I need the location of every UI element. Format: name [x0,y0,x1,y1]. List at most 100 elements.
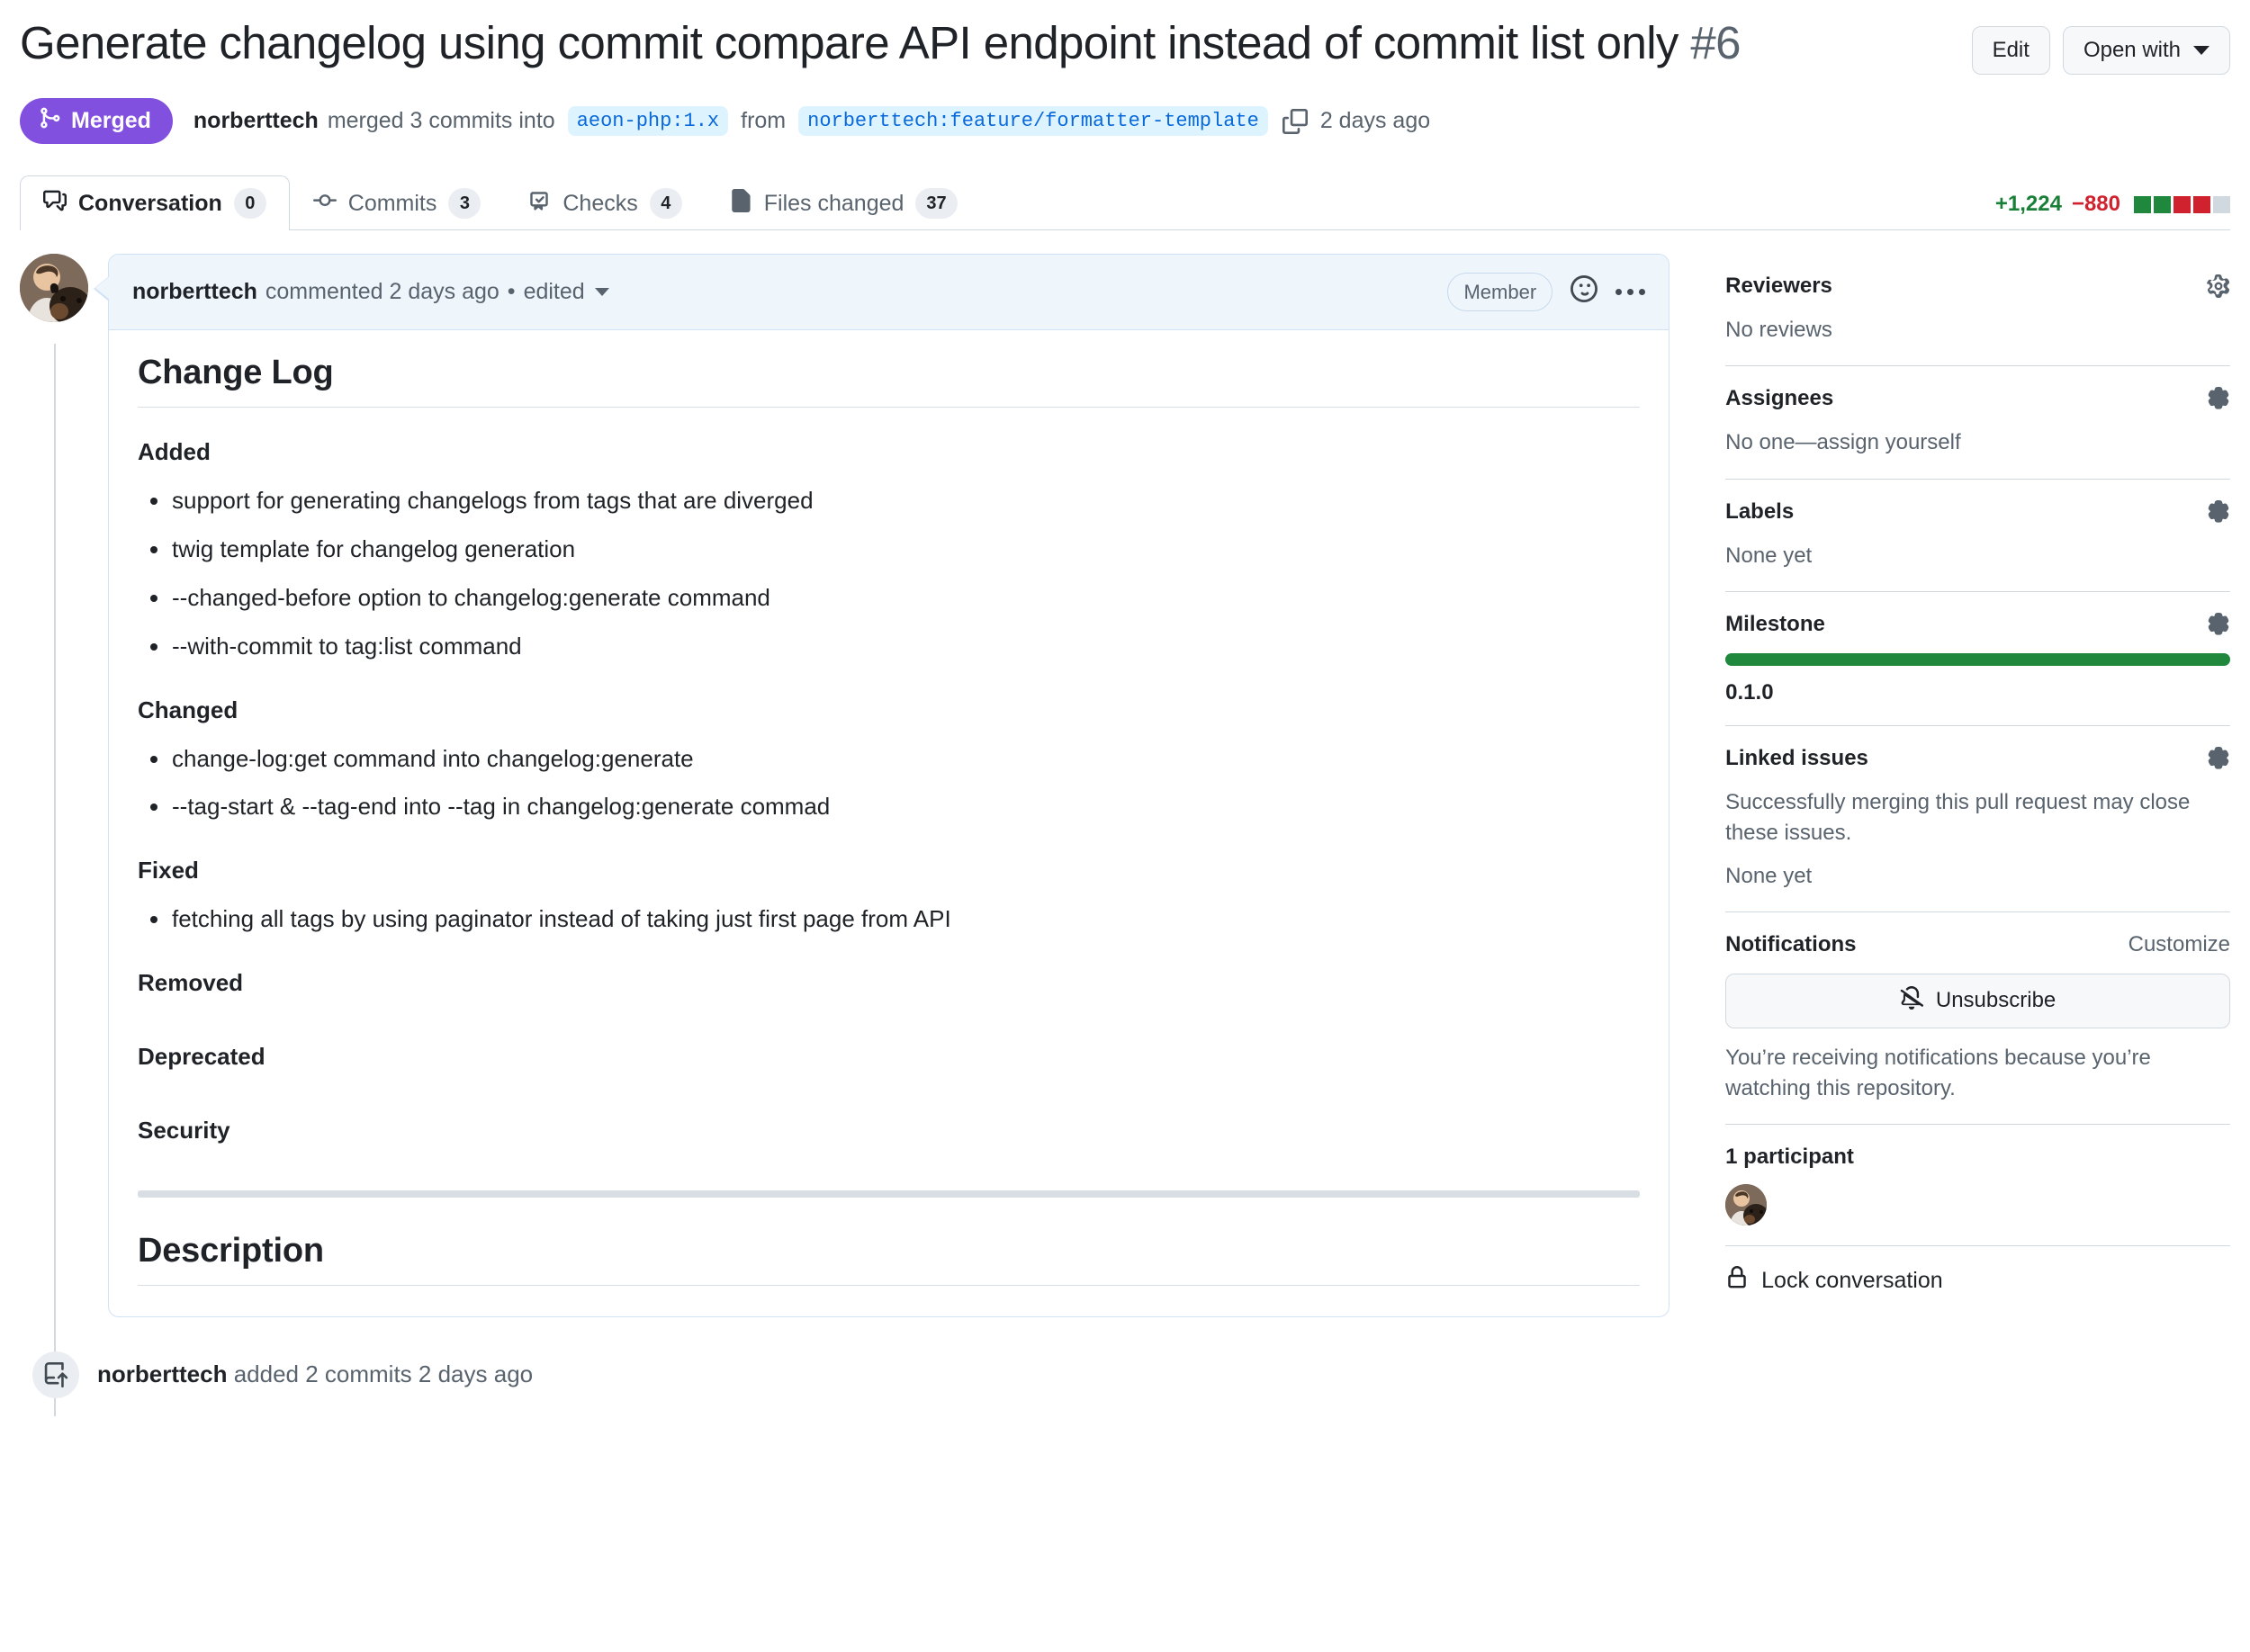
repo-push-icon [32,1351,79,1398]
gear-icon[interactable] [2207,274,2230,298]
sidebar-section-linked-issues: Linked issues Successfully merging this … [1725,746,2230,912]
comment-thread: norberttech commented 2 days ago • edite… [20,254,1670,1317]
head-branch-chip[interactable]: norberttech:feature/formatter-template [798,106,1268,136]
chevron-down-icon[interactable] [595,288,609,296]
kebab-horizontal-icon[interactable] [1616,289,1645,295]
diff-block [2154,196,2171,213]
description-heading: Description [138,1232,1640,1286]
timeline-event-actor[interactable]: norberttech [97,1360,227,1387]
comment-body: Change Log Added support for generating … [109,330,1669,1316]
comment-icon [43,189,67,219]
open-with-button[interactable]: Open with [2063,26,2230,75]
comment-byline: norberttech commented 2 days ago • edite… [132,279,609,305]
divider [138,1190,1640,1198]
bell-slash-icon [1900,986,1923,1016]
changelog-section-fixed: Fixed fetching all tags by using paginat… [138,857,1640,935]
tab-commits[interactable]: Commits 3 [290,175,505,230]
base-branch-chip[interactable]: aeon-php:1.x [568,106,728,136]
milestone-name[interactable]: 0.1.0 [1725,680,2230,705]
sidebar-section-header: Linked issues [1725,746,2230,771]
avatar[interactable] [20,254,88,322]
changelog-section-changed: Changed change-log:get command into chan… [138,696,1640,823]
comment-header: norberttech commented 2 days ago • edite… [109,255,1669,330]
sidebar-section-header: Notifications Customize [1725,932,2230,957]
page-title: Generate changelog using commit compare … [20,14,1741,72]
edit-button[interactable]: Edit [1972,26,2050,75]
tab-files-changed[interactable]: Files changed 37 [706,175,981,230]
section-title: Changed [138,696,1640,724]
lock-conversation-label: Lock conversation [1761,1268,1943,1294]
diff-block [2174,196,2191,213]
sidebar-section-header: Milestone [1725,612,2230,637]
diff-bar [2134,196,2230,213]
merge-action-text: merged 3 commits into [328,108,555,134]
section-title: Added [138,438,1640,466]
linked-issues-value: None yet [1725,861,2230,892]
participants-title: 1 participant [1725,1145,2230,1170]
list-item: twig template for changelog generation [138,534,1640,565]
comment-edited[interactable]: edited [524,279,585,305]
tab-checks[interactable]: Checks 4 [504,175,705,230]
sidebar-section-participants: 1 participant [1725,1145,2230,1246]
author-association-badge: Member [1447,273,1552,311]
comment-meta: commented 2 days ago [266,279,500,305]
timeline-event-description: added 2 commits 2 days ago [234,1360,533,1387]
notifications-title: Notifications [1725,932,1856,957]
comment-author[interactable]: norberttech [132,279,257,305]
participants-list [1725,1184,2230,1226]
tab-files-changed-count: 37 [915,188,957,219]
edit-button-label: Edit [1993,36,2030,65]
avatar[interactable] [1725,1184,1767,1226]
gear-icon[interactable] [2207,387,2230,410]
gear-icon[interactable] [2207,613,2230,636]
section-title: Fixed [138,857,1640,884]
merge-status-row: Merged norberttech merged 3 commits into… [20,98,2230,144]
sidebar-section-header: Labels [1725,499,2230,525]
list-item: --with-commit to tag:list command [138,632,1640,662]
open-with-label: Open with [2084,36,2181,65]
merge-timestamp: 2 days ago [1320,108,1430,134]
gear-icon[interactable] [2207,500,2230,524]
sidebar-section-header: Reviewers [1725,274,2230,299]
merge-actor[interactable]: norberttech [194,108,319,134]
tab-checks-count: 4 [650,188,682,219]
section-list: fetching all tags by using paginator ins… [138,904,1640,935]
smiley-icon[interactable] [1570,275,1598,309]
timeline-event-text: norberttech added 2 commits 2 days ago [97,1360,533,1388]
sidebar-section-milestone: Milestone 0.1.0 [1725,612,2230,726]
customize-link[interactable]: Customize [2128,932,2230,957]
diff-block [2213,196,2230,213]
section-list: support for generating changelogs from t… [138,486,1640,661]
assignees-title: Assignees [1725,386,1833,411]
diff-deletions: −880 [2072,192,2120,217]
tab-commits-count: 3 [448,188,481,219]
list-item: --changed-before option to changelog:gen… [138,583,1640,614]
title-actions: Edit Open with [1972,14,2230,75]
notifications-help: You’re receiving notifications because y… [1725,1043,2230,1104]
labels-value: None yet [1725,541,2230,571]
file-diff-icon [729,189,752,219]
status-badge-label: Merged [71,108,151,134]
tab-commits-label: Commits [348,191,437,217]
lock-conversation-button[interactable]: Lock conversation [1725,1266,2230,1296]
diff-block [2193,196,2210,213]
sidebar-section-lock: Lock conversation [1725,1266,2230,1315]
section-list: change-log:get command into changelog:ge… [138,744,1640,823]
tab-checks-label: Checks [562,191,637,217]
reviewers-value: No reviews [1725,315,2230,346]
unsubscribe-button[interactable]: Unsubscribe [1725,974,2230,1028]
tab-conversation[interactable]: Conversation 0 [20,175,290,230]
copy-icon[interactable] [1282,109,1308,134]
gear-icon[interactable] [2207,747,2230,770]
comment-separator: • [508,279,516,305]
sidebar-section-reviewers: Reviewers No reviews [1725,274,2230,366]
pr-number: #6 [1690,17,1741,68]
pull-request-page: Generate changelog using commit compare … [0,0,2250,1652]
diff-stat: +1,224 −880 [1995,192,2230,217]
list-item: change-log:get command into changelog:ge… [138,744,1640,775]
assignees-value[interactable]: No one—assign yourself [1725,427,2230,458]
tab-conversation-label: Conversation [78,191,222,217]
list-item: fetching all tags by using paginator ins… [138,904,1640,935]
diff-block [2134,196,2151,213]
timeline-event: norberttech added 2 commits 2 days ago [20,1351,1670,1398]
